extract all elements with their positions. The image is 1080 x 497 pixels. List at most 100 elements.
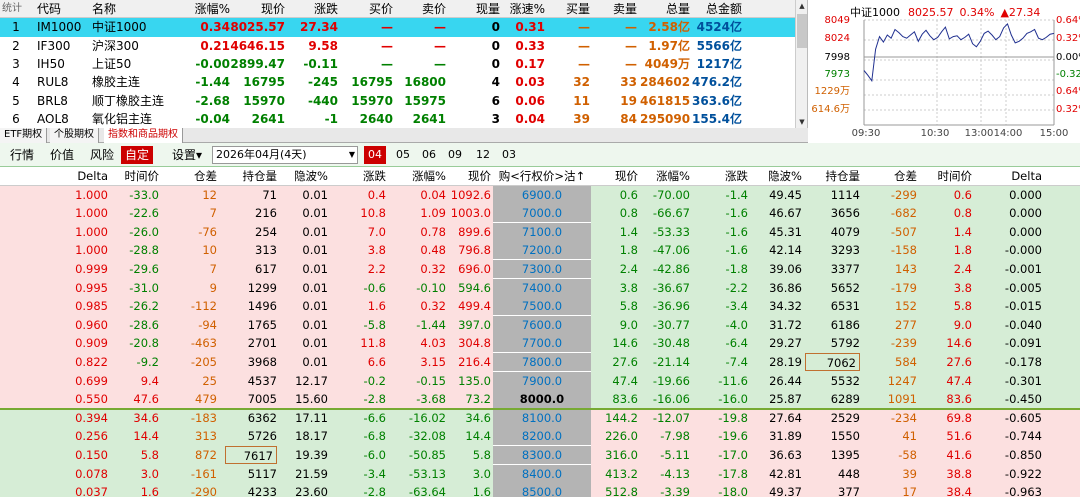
month-tab-09[interactable]: 09: [444, 146, 466, 164]
expiry-select[interactable]: 2026年04月(4天) ▼: [212, 146, 358, 164]
strike-price[interactable]: 7600.0: [493, 315, 591, 334]
option-row[interactable]: 0.909 -20.8 -463 2701 0.01 11.8 4.03 304.8 7700.…: [0, 334, 1080, 353]
option-row[interactable]: 0.394 34.6 -183 6362 17.11 -6.6 -16.02 34.6 8100…: [0, 408, 1080, 428]
board-right-header[interactable]: 持仓量: [805, 167, 861, 185]
option-row[interactable]: 0.256 14.4 313 5726 18.17 -6.8 -32.08 14.4 8200.…: [0, 427, 1080, 446]
tab-risk[interactable]: 风险: [86, 146, 118, 164]
strike-price[interactable]: 6900.0: [493, 185, 591, 204]
quote-row[interactable]: 6 AOL8 氧化铝主连 -0.04 2641 -1 2640 2641 3 0.04 39 84 29…: [0, 110, 795, 128]
call-cell: 135.0: [458, 373, 491, 388]
strike-header[interactable]: 购<行权价>沽↑: [493, 167, 591, 185]
option-row[interactable]: 0.999 -29.6 7 617 0.01 2.2 0.32 696.0 7300.0 2.4-…: [0, 260, 1080, 279]
tab-quote[interactable]: 行情: [6, 146, 38, 164]
board-left-header[interactable]: Delta: [40, 167, 108, 185]
quote-col-header[interactable]: 涨幅%: [180, 0, 230, 18]
month-tab-12[interactable]: 12: [472, 146, 494, 164]
subtab-2[interactable]: 指数和商品期权: [104, 128, 183, 143]
board-right-header[interactable]: 隐波%: [750, 167, 802, 185]
option-row[interactable]: 0.078 3.0 -161 5117 21.59 -3.4 -53.13 3.0 8400.0…: [0, 464, 1080, 484]
call-cell: 899.6: [458, 224, 491, 239]
quote-scrollbar[interactable]: ▲ ▼: [795, 0, 807, 128]
scroll-down-icon[interactable]: ▼: [796, 116, 807, 128]
call-cell: -0.6: [363, 280, 386, 295]
quote-col-header[interactable]: 买量: [545, 0, 590, 18]
quote-row[interactable]: 3 IH50 上证50 -0.00 2899.47 -0.11 — — 0 0.17 — — 4049万…: [0, 55, 795, 73]
option-row[interactable]: 0.960 -28.6 -94 1765 0.01 -5.8 -1.44 397.0 7600.…: [0, 315, 1080, 335]
settings-menu[interactable]: 设置▾: [168, 146, 206, 164]
call-cell: 0.01: [302, 262, 328, 276]
strike-price[interactable]: 8100.0: [493, 408, 591, 427]
quote-col-header[interactable]: 卖价: [396, 0, 446, 18]
quote-row[interactable]: 2 IF300 沪深300 0.21 4646.15 9.58 — — 0 0.33 — — 1.97亿…: [0, 37, 795, 55]
board-right-header[interactable]: 仓差: [865, 167, 917, 185]
scroll-up-icon[interactable]: ▲: [796, 0, 807, 12]
put-cell: 584: [895, 355, 917, 369]
strike-price[interactable]: 8500.0: [493, 483, 591, 497]
tab-custom[interactable]: 自定: [121, 146, 154, 164]
board-right-header[interactable]: 时间价: [918, 167, 973, 185]
quote-row[interactable]: 4 RUL8 橡胶主连 -1.44 16795 -245 16795 16800 4 0.03 32…: [0, 73, 795, 91]
month-tab-03[interactable]: 03: [498, 146, 520, 164]
board-left-header[interactable]: 持仓量: [225, 167, 278, 185]
quote-col-header[interactable]: 卖量: [592, 0, 637, 18]
subtab-0[interactable]: ETF期权: [0, 128, 48, 143]
strike-price[interactable]: 8300.0: [493, 446, 591, 464]
option-row[interactable]: 1.000 -22.6 7 216 0.01 10.8 1.09 1003.0 7000.0 0.…: [0, 204, 1080, 223]
board-left-header[interactable]: 时间价: [105, 167, 160, 185]
strike-price[interactable]: 7500.0: [493, 297, 591, 316]
put-cell: -0.922: [1004, 466, 1042, 481]
strike-price[interactable]: 7800.0: [493, 353, 591, 371]
strike-price[interactable]: 7100.0: [493, 222, 591, 241]
option-row[interactable]: 1.000 -26.0 -76 254 0.01 7.0 0.78 899.6 7100.0 1.…: [0, 222, 1080, 242]
option-row[interactable]: 1.000 -33.0 12 71 0.01 0.4 0.04 1092.6 6900.0 0.6…: [0, 185, 1080, 205]
strike-price[interactable]: 8400.0: [493, 464, 591, 483]
strike-price[interactable]: 8000.0: [493, 390, 591, 409]
mini-intraday-chart[interactable]: 中证1000 8025.57 0.34% ▲27.34 8049 8024 7998 7973…: [808, 0, 1080, 142]
board-right-header[interactable]: 涨幅%: [640, 167, 690, 185]
option-row[interactable]: 0.037 1.6 -290 4233 23.60 -2.8 -63.64 1.6 8500.0…: [0, 483, 1080, 497]
quote-col-header[interactable]: 买价: [343, 0, 393, 18]
board-right-header[interactable]: Delta: [980, 167, 1042, 185]
option-row[interactable]: 0.995 -31.0 9 1299 0.01 -0.6 -0.10 594.6 7400.0 3…: [0, 278, 1080, 298]
month-tab-06[interactable]: 06: [418, 146, 440, 164]
option-row[interactable]: 0.150 5.8 872 7617 19.39 -6.0 -50.85 5.8 8300.0 3…: [0, 446, 1080, 465]
put-cell: 4079: [830, 224, 860, 239]
board-left-header[interactable]: 涨幅%: [398, 167, 446, 185]
subtab-1[interactable]: 个股期权: [50, 128, 99, 143]
quote-row[interactable]: 1 IM1000 中证1000 0.34 8025.57 27.34 — — 0 0.31 — — 2.…: [0, 18, 795, 37]
strike-price[interactable]: 7900.0: [493, 371, 591, 390]
board-right-header[interactable]: 涨跌: [690, 167, 748, 185]
option-row[interactable]: 1.000 -28.8 10 313 0.01 3.8 0.48 796.8 7200.0 1.8…: [0, 241, 1080, 260]
strike-price[interactable]: 7000.0: [493, 204, 591, 223]
tab-value[interactable]: 价值: [46, 146, 78, 164]
board-left-header[interactable]: 涨跌: [338, 167, 386, 185]
quote-col-header[interactable]: 涨跌: [288, 0, 338, 18]
month-tab-04[interactable]: 04: [364, 146, 386, 164]
strike-price[interactable]: 7400.0: [493, 278, 591, 297]
option-row[interactable]: 0.699 9.4 25 4537 12.17 -0.2 -0.15 135.0 7900.0 4…: [0, 371, 1080, 391]
quote-col-header[interactable]: 现价: [230, 0, 285, 18]
scroll-thumb[interactable]: [797, 14, 807, 48]
board-left-header[interactable]: 隐波%: [280, 167, 328, 185]
option-row[interactable]: 0.822 -9.2 -205 3968 0.01 6.6 3.15 216.4 7800.0 2…: [0, 353, 1080, 372]
quote-row[interactable]: 5 BRL8 顺丁橡胶主连 -2.68 15970 -440 15970 15975 6 0.06…: [0, 92, 795, 110]
board-left-header[interactable]: 仓差: [163, 167, 217, 185]
call-cell: -0.10: [416, 280, 446, 295]
quote-col-header[interactable]: 代码: [37, 0, 77, 18]
strike-price[interactable]: 8200.0: [493, 427, 591, 446]
quote-col-header[interactable]: 涨速%: [500, 0, 545, 18]
quote-col-header[interactable]: 总金额: [690, 0, 742, 18]
option-row[interactable]: 0.550 47.6 479 7005 15.60 -2.8 -3.68 73.2 8000.0…: [0, 390, 1080, 409]
month-tab-05[interactable]: 05: [392, 146, 414, 164]
quote-col-header[interactable]: 名称: [92, 0, 152, 18]
board-left-header[interactable]: 现价: [441, 167, 491, 185]
quote-col-header[interactable]: 总量: [640, 0, 690, 18]
quote-col-header[interactable]: 现量: [450, 0, 500, 18]
put-cell: -3.4: [725, 299, 748, 314]
option-row[interactable]: 0.985 -26.2 -112 1496 0.01 1.6 0.32 499.4 7500.0…: [0, 297, 1080, 316]
put-cell: 39.06: [769, 262, 802, 276]
strike-price[interactable]: 7700.0: [493, 334, 591, 353]
board-right-header[interactable]: 现价: [588, 167, 638, 185]
strike-price[interactable]: 7300.0: [493, 260, 591, 278]
strike-price[interactable]: 7200.0: [493, 241, 591, 260]
